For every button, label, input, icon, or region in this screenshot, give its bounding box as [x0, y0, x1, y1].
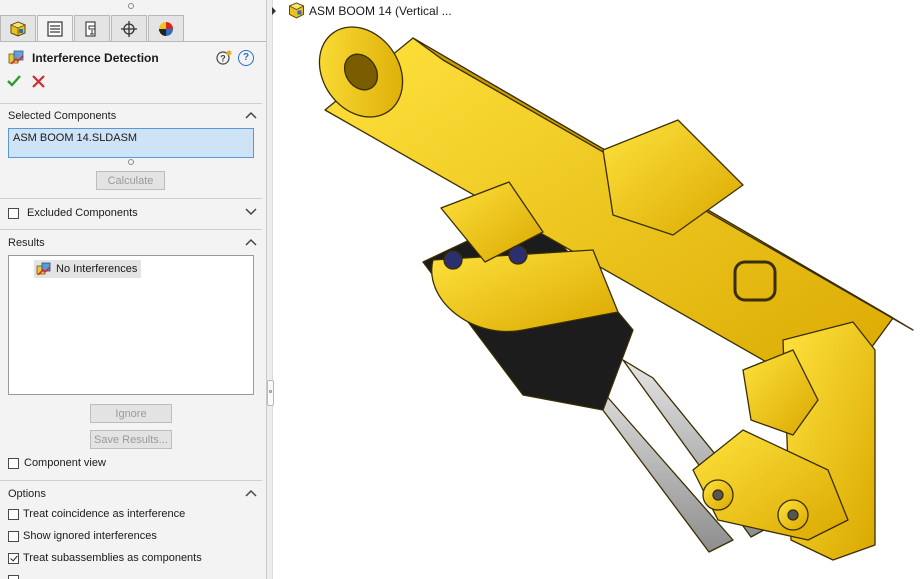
show-ignored-label: Show ignored interferences — [23, 530, 157, 542]
show-ignored-checkbox[interactable] — [8, 531, 19, 542]
tab-feature-manager[interactable] — [0, 15, 36, 41]
selected-components-heading: Selected Components — [8, 110, 117, 122]
options-heading: Options — [8, 488, 46, 500]
chevron-up-icon[interactable] — [245, 238, 257, 246]
ok-button[interactable] — [7, 74, 21, 88]
excluded-components-heading: Excluded Components — [27, 207, 138, 219]
results-heading: Results — [8, 237, 45, 249]
configuration-manager-icon — [85, 20, 96, 37]
section-divider — [0, 229, 262, 230]
tab-divider — [0, 41, 266, 42]
section-divider — [0, 198, 262, 199]
excluded-components-checkbox[interactable] — [8, 208, 19, 219]
ignore-button[interactable]: Ignore — [90, 404, 172, 423]
no-interferences-icon — [36, 262, 51, 276]
result-label: No Interferences — [56, 263, 138, 275]
option-checkbox-partial[interactable] — [8, 575, 19, 579]
save-results-button[interactable]: Save Results... — [90, 430, 172, 449]
feature-manager-icon — [9, 20, 27, 37]
tab-configuration-manager[interactable] — [74, 15, 110, 41]
chevron-up-icon[interactable] — [245, 111, 257, 119]
manager-tabs — [0, 15, 190, 41]
section-divider — [0, 103, 262, 104]
svg-text:?: ? — [220, 54, 226, 64]
list-resize-handle[interactable] — [128, 159, 134, 165]
component-view-label: Component view — [24, 457, 106, 469]
what-is-new-help-icon[interactable]: ? — [216, 50, 232, 66]
results-list[interactable]: No Interferences — [8, 255, 254, 395]
selected-components-list[interactable]: ASM BOOM 14.SLDASM — [8, 128, 254, 158]
list-item[interactable]: No Interferences — [34, 260, 142, 278]
component-view-checkbox[interactable] — [8, 458, 19, 469]
panel-splitter[interactable] — [266, 0, 274, 579]
chevron-up-icon[interactable] — [245, 489, 257, 497]
property-manager-panel: Interference Detection ? ? Selected Comp… — [0, 0, 266, 579]
selected-component-item[interactable]: ASM BOOM 14.SLDASM — [13, 132, 137, 144]
interference-detection-icon — [8, 50, 24, 65]
cancel-button[interactable] — [32, 75, 45, 88]
panel-grip-icon[interactable] — [128, 3, 134, 9]
tab-property-manager[interactable] — [37, 15, 73, 41]
treat-coincidence-label: Treat coincidence as interference — [23, 508, 186, 520]
property-manager-icon — [47, 20, 63, 37]
chevron-down-icon[interactable] — [245, 208, 257, 216]
dimxpert-manager-icon — [121, 20, 137, 37]
treat-coincidence-checkbox[interactable] — [8, 509, 19, 520]
tab-dimxpert-manager[interactable] — [111, 15, 147, 41]
section-divider — [0, 480, 262, 481]
calculate-button[interactable]: Calculate — [96, 171, 165, 190]
tab-display-manager[interactable] — [148, 15, 184, 41]
boom-assembly-model[interactable] — [273, 0, 921, 579]
treat-subassemblies-label: Treat subassemblies as components — [23, 552, 202, 564]
page-title: Interference Detection — [32, 51, 159, 65]
treat-subassemblies-checkbox[interactable] — [8, 553, 19, 564]
display-manager-icon — [159, 21, 173, 36]
help-icon[interactable]: ? — [238, 50, 254, 66]
